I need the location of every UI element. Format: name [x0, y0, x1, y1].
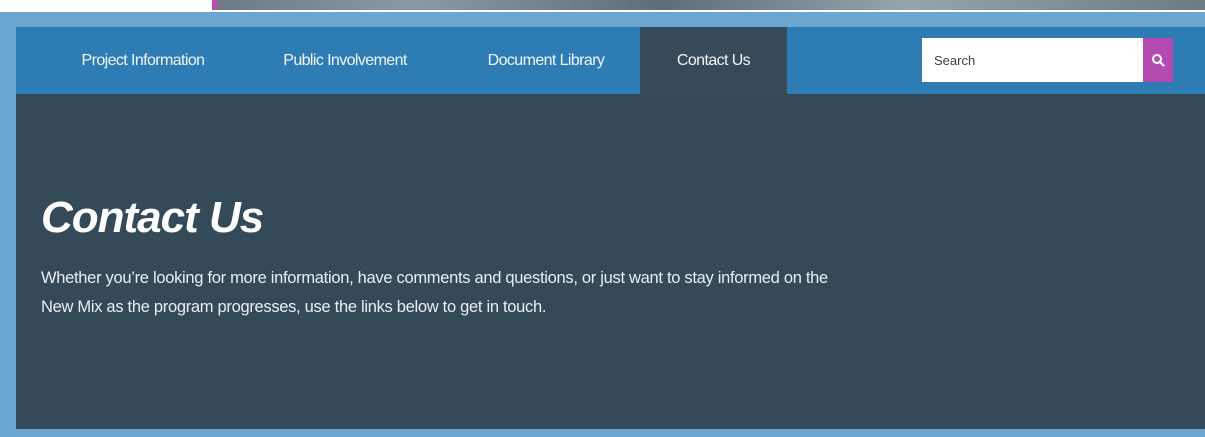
header-photo-strip: [212, 0, 1205, 10]
nav-item-document-library[interactable]: Document Library: [456, 27, 636, 94]
search-button[interactable]: [1143, 38, 1173, 82]
search-input[interactable]: [922, 38, 1143, 82]
search-icon: [1152, 54, 1165, 67]
page-title: Contact Us: [41, 193, 264, 242]
nav-item-public-involvement[interactable]: Public Involvement: [256, 27, 434, 94]
nav-item-contact-us[interactable]: Contact Us: [640, 27, 787, 94]
page-frame: Project Information Public Involvement D…: [0, 0, 1205, 437]
intro-text: Whether you’re looking for more informat…: [41, 269, 828, 316]
nav-item-project-information[interactable]: Project Information: [48, 27, 238, 94]
main-content: [16, 94, 1205, 429]
